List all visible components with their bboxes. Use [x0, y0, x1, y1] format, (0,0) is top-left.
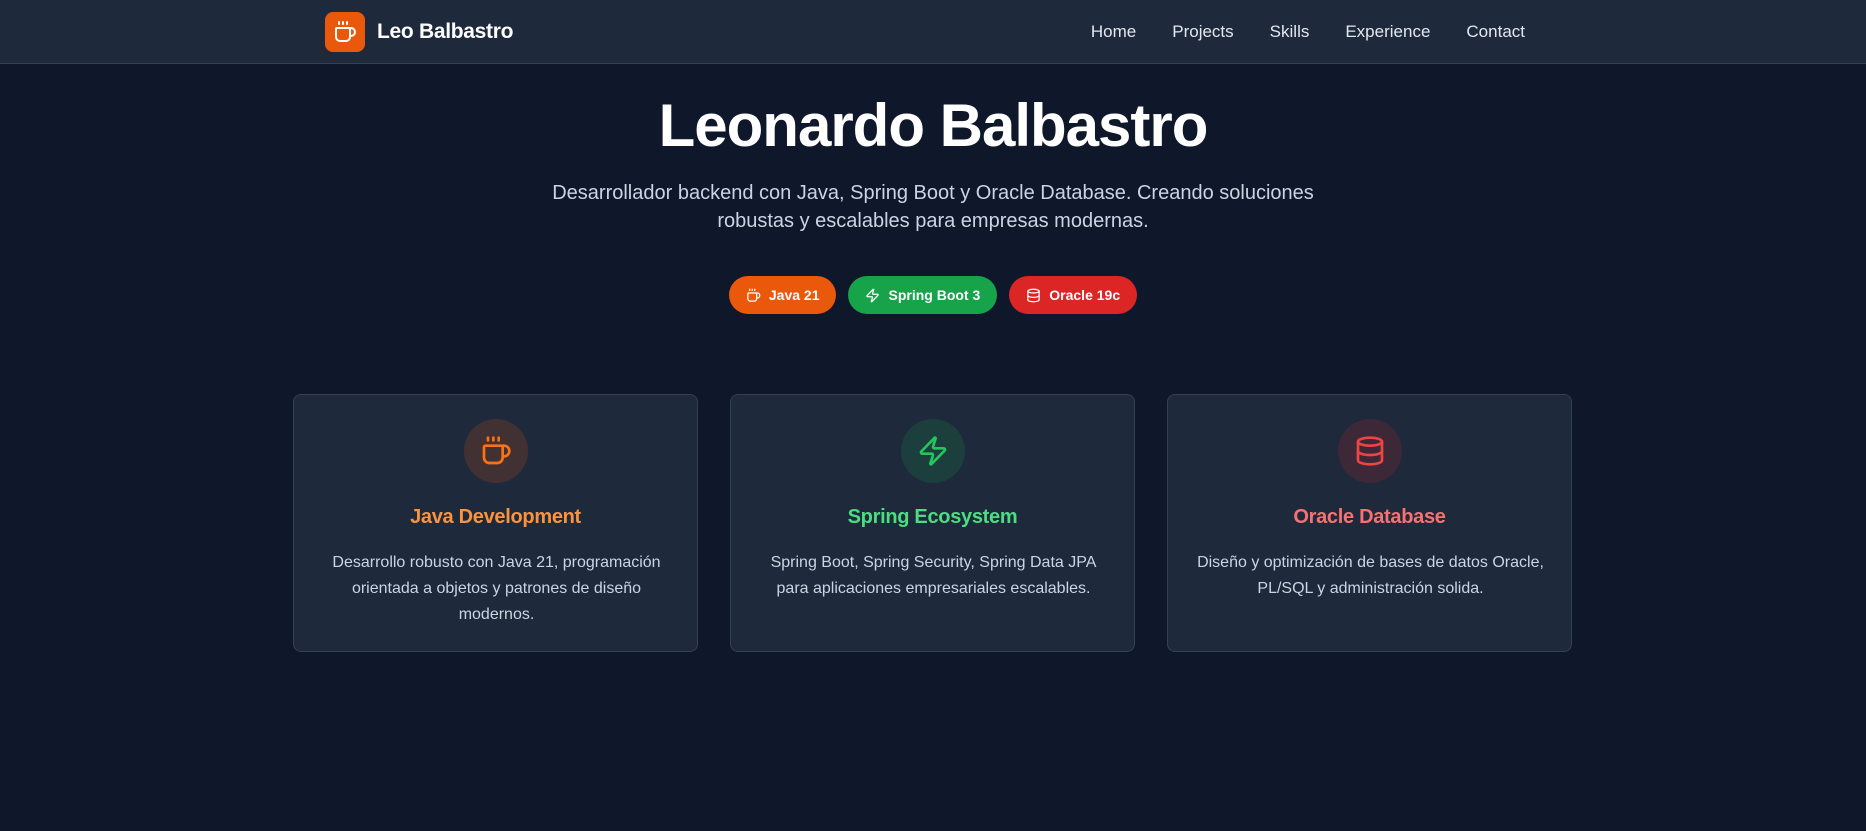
badge-java: Java 21 — [728, 276, 837, 314]
tech-badges: Java 21 Spring Boot 3 Oracle 19c — [0, 276, 1866, 314]
nav-link-projects[interactable]: Projects — [1172, 22, 1233, 42]
brand-link[interactable]: Leo Balbastro — [325, 12, 513, 52]
badge-oracle: Oracle 19c — [1009, 276, 1138, 314]
lightning-icon — [919, 436, 947, 466]
card-icon-circle — [1338, 419, 1402, 483]
coffee-cup-icon — [482, 436, 511, 465]
hero-title: Leonardo Balbastro — [658, 92, 1209, 159]
hero-subtitle: Desarrollador backend con Java, Spring B… — [552, 182, 1314, 232]
lightning-icon — [866, 288, 880, 302]
navbar: Leo Balbastro Home Projects Skills Exper… — [0, 0, 1866, 64]
card-icon-circle — [901, 419, 965, 483]
card-text: Spring Boot, Spring Security, Spring Dat… — [770, 554, 1097, 597]
card-spring: Spring Ecosystem Spring Boot, Spring Sec… — [730, 394, 1135, 652]
coffee-cup-icon — [335, 21, 356, 42]
card-java: Java Development Desarrollo robusto con … — [293, 394, 698, 652]
nav-link-skills[interactable]: Skills — [1270, 22, 1310, 42]
card-icon-circle — [464, 419, 528, 483]
feature-cards: Java Development Desarrollo robusto con … — [293, 394, 1573, 652]
card-oracle: Oracle Database Diseño y optimización de… — [1167, 394, 1572, 652]
coffee-cup-icon — [747, 288, 761, 302]
badge-label: Oracle 19c — [1049, 287, 1121, 303]
brand-name: Leo Balbastro — [377, 20, 514, 43]
card-text: Diseño y optimización de bases de datos … — [1197, 554, 1544, 597]
nav-menu: Home Projects Skills Experience Contact — [1091, 0, 1525, 64]
badge-spring: Spring Boot 3 — [848, 276, 998, 314]
nav-link-home[interactable]: Home — [1091, 22, 1136, 42]
nav-link-experience[interactable]: Experience — [1345, 22, 1430, 42]
badge-label: Java 21 — [768, 287, 820, 303]
card-title: Java Development — [410, 506, 581, 528]
nav-link-contact[interactable]: Contact — [1466, 22, 1525, 42]
card-text: Desarrollo robusto con Java 21, programa… — [332, 554, 661, 623]
database-icon — [1356, 436, 1384, 466]
badge-label: Spring Boot 3 — [888, 287, 981, 303]
card-title: Oracle Database — [1293, 506, 1446, 528]
database-icon — [1027, 288, 1041, 302]
card-title: Spring Ecosystem — [847, 506, 1018, 528]
brand-logo — [325, 12, 365, 52]
